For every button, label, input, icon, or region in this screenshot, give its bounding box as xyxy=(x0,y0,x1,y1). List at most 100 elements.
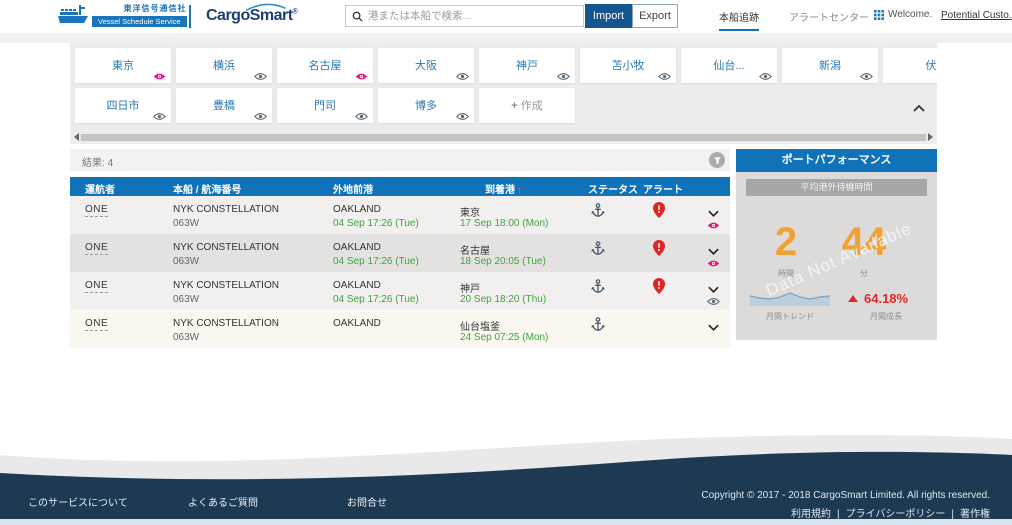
chevron-down-icon xyxy=(708,248,719,255)
port-tab-toyohashi[interactable]: 豊橋 xyxy=(176,88,272,123)
search-icon xyxy=(352,11,363,22)
growth-value: 64.18% xyxy=(864,291,908,306)
nav-alert-center[interactable]: アラートセンター xyxy=(789,9,869,24)
scrollbar-track[interactable] xyxy=(81,134,926,141)
vessel-name: NYK CONSTELLATION xyxy=(173,280,279,291)
port-tab-moji[interactable]: 門司 xyxy=(277,88,373,123)
sort-arrow-icon: ↑ xyxy=(517,185,522,196)
port-tab-osaka[interactable]: 大阪 xyxy=(378,48,474,83)
filter-button[interactable] xyxy=(709,152,725,168)
eye-icon[interactable] xyxy=(860,72,873,81)
table-row[interactable]: ONE NYK CONSTELLATION 063W OAKLAND 04 Se… xyxy=(70,272,730,310)
port-tab-niigata[interactable]: 新潟 xyxy=(782,48,878,83)
from-port: OAKLAND xyxy=(333,204,381,215)
port-tab-kobe[interactable]: 神戸 xyxy=(479,48,575,83)
nav-vessel-tracking[interactable]: 本船追跡 xyxy=(719,9,759,31)
port-tab-label: 四日市 xyxy=(75,97,171,113)
growth-up-triangle-icon xyxy=(848,295,858,302)
row-eye-icon[interactable] xyxy=(707,293,720,311)
eye-icon[interactable] xyxy=(456,72,469,81)
create-tab-label: +作成 xyxy=(479,97,575,113)
port-tab-tomakomai[interactable]: 苫小牧 xyxy=(580,48,676,83)
panel-subtitle: 平均港外待機時間 xyxy=(746,179,927,196)
collapse-panel-button[interactable] xyxy=(913,99,925,117)
vessel-schedule-logo[interactable]: 東洋信号通信社 Vessel Schedule Service xyxy=(58,3,187,27)
from-port: OAKLAND xyxy=(333,242,381,253)
footer-link-faq[interactable]: よくあるご質問 xyxy=(188,494,258,509)
expand-row-button[interactable] xyxy=(708,318,719,336)
import-button[interactable]: Import xyxy=(585,4,632,28)
port-tab-label: 神戸 xyxy=(479,57,575,73)
search-input[interactable] xyxy=(368,10,577,22)
growth-label: 月間成長 xyxy=(854,311,918,322)
ship-icon xyxy=(58,3,88,27)
plus-icon: + xyxy=(511,100,517,112)
carrier-link[interactable]: ONE xyxy=(85,280,108,293)
growth-indicator: 64.18% xyxy=(848,291,908,306)
col-to-port[interactable]: 到着港↑ xyxy=(485,181,522,196)
scroll-right-arrow[interactable] xyxy=(928,133,933,141)
table-row[interactable]: ONE NYK CONSTELLATION 063W OAKLAND 04 Se… xyxy=(70,196,730,234)
port-tab-tokyo[interactable]: 東京 xyxy=(75,48,171,83)
eye-icon[interactable] xyxy=(254,112,267,121)
from-port: OAKLAND xyxy=(333,280,381,291)
col-alert[interactable]: アラート xyxy=(643,181,683,196)
alert-pin-icon[interactable] xyxy=(653,202,665,223)
port-tab-label: 伏 xyxy=(883,57,937,73)
to-time: 24 Sep 07:25 (Mon) xyxy=(460,332,548,343)
port-tab-yokohama[interactable]: 横浜 xyxy=(176,48,272,83)
col-from-port[interactable]: 外地前港 xyxy=(333,181,373,196)
eye-icon[interactable] xyxy=(355,72,368,81)
table-row[interactable]: ONE NYK CONSTELLATION 063W OAKLAND 04 Se… xyxy=(70,234,730,272)
footer-link-contact[interactable]: お問合せ xyxy=(347,494,387,509)
logo-text: 東洋信号通信社 Vessel Schedule Service xyxy=(92,3,187,27)
port-performance-panel: ポートパフォーマンス 平均港外待機時間 2 44 時間 分 Data Not A… xyxy=(736,149,937,340)
eye-icon[interactable] xyxy=(355,112,368,121)
eye-icon[interactable] xyxy=(658,72,671,81)
results-count: 結果: 4 xyxy=(82,154,113,169)
avg-wait-minutes: 44 xyxy=(832,220,896,265)
port-tab-sendai[interactable]: 仙台... xyxy=(681,48,777,83)
horizontal-scrollbar[interactable] xyxy=(74,133,933,141)
port-tab-label: 門司 xyxy=(277,97,373,113)
port-tab-nagoya[interactable]: 名古屋 xyxy=(277,48,373,83)
table-row[interactable]: ONE NYK CONSTELLATION 063W OAKLAND 仙台塩釜 … xyxy=(70,310,730,348)
port-tab-label: 名古屋 xyxy=(277,57,373,73)
footer-link-about[interactable]: このサービスについて xyxy=(28,494,128,509)
port-tab-hakata[interactable]: 博多 xyxy=(378,88,474,123)
alert-pin-icon[interactable] xyxy=(653,278,665,299)
eye-icon[interactable] xyxy=(153,72,166,81)
col-carrier[interactable]: 運航者 xyxy=(85,181,115,196)
col-status[interactable]: ステータス xyxy=(588,181,638,196)
to-port: 名古屋 xyxy=(460,242,490,257)
row-eye-icon[interactable] xyxy=(707,255,720,273)
eye-icon[interactable] xyxy=(456,112,469,121)
welcome-menu[interactable]: Welcome. xyxy=(874,9,932,20)
to-time: 17 Sep 18:00 (Mon) xyxy=(460,218,548,229)
carrier-link[interactable]: ONE xyxy=(85,242,108,255)
port-tab-fushiki[interactable]: 伏 xyxy=(883,48,937,83)
eye-icon[interactable] xyxy=(557,72,570,81)
to-port: 神戸 xyxy=(460,280,480,295)
carrier-link[interactable]: ONE xyxy=(85,204,108,217)
trend-label: 月間トレンド xyxy=(750,311,830,322)
col-vessel[interactable]: 本船 / 航海番号 xyxy=(173,181,241,196)
eye-icon[interactable] xyxy=(153,112,166,121)
page: 東洋信号通信社 Vessel Schedule Service CargoSma… xyxy=(0,0,1012,525)
from-port: OAKLAND xyxy=(333,318,381,329)
create-tab-button[interactable]: +作成 xyxy=(479,88,575,123)
trend-fill xyxy=(750,293,830,306)
to-time: 18 Sep 20:05 (Tue) xyxy=(460,256,546,267)
carrier-link[interactable]: ONE xyxy=(85,318,108,331)
alert-pin-icon[interactable] xyxy=(653,240,665,261)
account-link[interactable]: Potential Custo... xyxy=(941,10,1012,21)
avg-wait-hours: 2 xyxy=(754,220,818,265)
eye-icon[interactable] xyxy=(254,72,267,81)
chevron-down-icon xyxy=(708,324,719,331)
eye-icon[interactable] xyxy=(759,72,772,81)
scroll-left-arrow[interactable] xyxy=(74,133,79,141)
to-port: 仙台塩釜 xyxy=(460,318,500,333)
port-tab-yokkaichi[interactable]: 四日市 xyxy=(75,88,171,123)
export-button[interactable]: Export xyxy=(632,4,678,28)
row-eye-icon[interactable] xyxy=(707,217,720,235)
